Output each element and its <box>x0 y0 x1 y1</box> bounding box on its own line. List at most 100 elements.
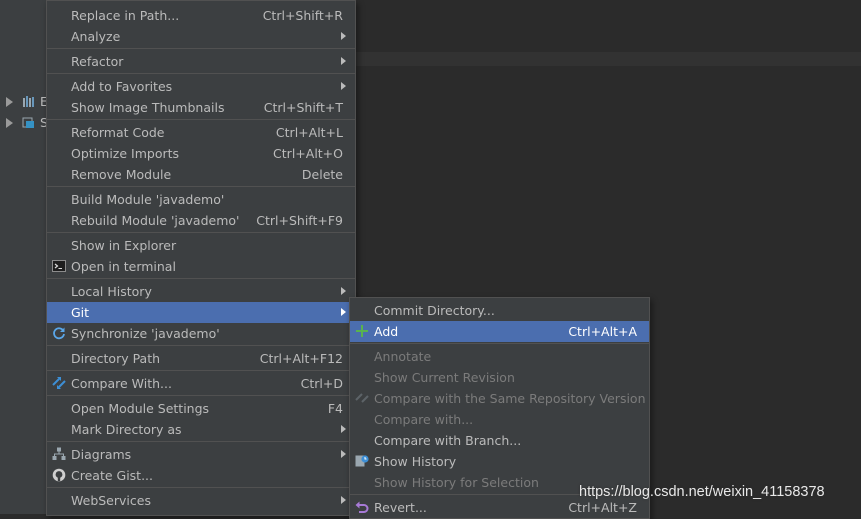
diagram-icon <box>52 447 66 460</box>
library-icon <box>23 96 34 107</box>
menu-separator <box>47 73 355 74</box>
submenu-arrow-icon <box>341 425 346 433</box>
expand-arrow-icon[interactable] <box>6 118 13 128</box>
menu-item-label: Show Current Revision <box>374 370 515 385</box>
menu-separator <box>47 278 355 279</box>
menu-item-shortcut: Ctrl+Shift+R <box>262 8 343 23</box>
menu-item-compare-with-disabled[interactable]: Compare with... <box>350 409 649 430</box>
menu-separator <box>47 487 355 488</box>
menu-separator <box>350 343 649 344</box>
menu-item-label: Add to Favorites <box>71 79 173 94</box>
menu-item-reformat-code[interactable]: Reformat Code Ctrl+Alt+L <box>47 122 355 143</box>
plus-icon <box>356 325 368 337</box>
menu-item-label: Local History <box>71 284 152 299</box>
menu-item-compare-with-branch[interactable]: Compare with Branch... <box>350 430 649 451</box>
submenu-arrow-icon <box>341 57 346 65</box>
menu-separator <box>47 370 355 371</box>
menu-item-label: Open Module Settings <box>71 401 210 416</box>
menu-separator <box>47 186 355 187</box>
menu-item-shortcut: Ctrl+Alt+L <box>275 125 343 140</box>
menu-item-diagrams[interactable]: Diagrams <box>47 444 355 465</box>
menu-item-label: WebServices <box>71 493 151 508</box>
menu-item-label: Reformat Code <box>71 125 165 140</box>
menu-item-label: Optimize Imports <box>71 146 180 161</box>
menu-item-open-in-terminal[interactable]: Open in terminal <box>47 256 355 277</box>
submenu-arrow-icon <box>341 450 346 458</box>
menu-item-compare-with[interactable]: Compare With... Ctrl+D <box>47 373 355 394</box>
menu-item-optimize-imports[interactable]: Optimize Imports Ctrl+Alt+O <box>47 143 355 164</box>
menu-item-label: Synchronize 'javademo' <box>71 326 220 341</box>
menu-item-show-image-thumbnails[interactable]: Show Image Thumbnails Ctrl+Shift+T <box>47 97 355 118</box>
menu-item-mark-directory-as[interactable]: Mark Directory as <box>47 419 355 440</box>
menu-item-remove-module[interactable]: Remove Module Delete <box>47 164 355 185</box>
menu-item-label: Directory Path <box>71 351 161 366</box>
menu-separator <box>47 119 355 120</box>
menu-item-git-add[interactable]: Add Ctrl+Alt+A <box>350 321 649 342</box>
menu-item-revert[interactable]: Revert... Ctrl+Alt+Z <box>350 497 649 518</box>
menu-item-build-module[interactable]: Build Module 'javademo' <box>47 189 355 210</box>
menu-item-directory-path[interactable]: Directory Path Ctrl+Alt+F12 <box>47 348 355 369</box>
menu-item-label: Compare with the Same Repository Version <box>374 391 646 406</box>
menu-item-show-current-revision[interactable]: Show Current Revision <box>350 367 649 388</box>
compare-icon <box>355 393 369 403</box>
menu-item-commit-directory[interactable]: Commit Directory... <box>350 300 649 321</box>
menu-item-shortcut: F4 <box>327 401 343 416</box>
scratches-icon <box>22 117 34 128</box>
submenu-arrow-icon <box>341 308 346 316</box>
menu-item-shortcut: Ctrl+Shift+F9 <box>256 213 343 228</box>
menu-item-git[interactable]: Git <box>47 302 355 323</box>
menu-item-label: Revert... <box>374 500 427 515</box>
submenu-arrow-icon <box>341 287 346 295</box>
menu-item-label: Build Module 'javademo' <box>71 192 225 207</box>
menu-item-shortcut: Ctrl+D <box>300 376 343 391</box>
menu-item-rebuild-module[interactable]: Rebuild Module 'javademo' Ctrl+Shift+F9 <box>47 210 355 231</box>
menu-item-webservices[interactable]: WebServices <box>47 490 355 511</box>
menu-item-refactor[interactable]: Refactor <box>47 51 355 72</box>
submenu-arrow-icon <box>341 32 346 40</box>
menu-item-label: Show History <box>374 454 457 469</box>
menu-item-label: Compare with... <box>374 412 474 427</box>
submenu-arrow-icon <box>341 82 346 90</box>
menu-item-shortcut: Ctrl+Alt+A <box>568 324 637 339</box>
compare-icon <box>52 377 66 389</box>
menu-item-shortcut: Ctrl+Alt+F12 <box>259 351 343 366</box>
submenu-arrow-icon <box>341 496 346 504</box>
menu-separator <box>47 345 355 346</box>
menu-item-open-module-settings[interactable]: Open Module Settings F4 <box>47 398 355 419</box>
menu-item-label: Add <box>374 324 399 339</box>
menu-separator <box>47 232 355 233</box>
menu-item-show-in-explorer[interactable]: Show in Explorer <box>47 235 355 256</box>
menu-separator <box>47 395 355 396</box>
menu-item-label: Open in terminal <box>71 259 176 274</box>
menu-item-analyze[interactable]: Analyze <box>47 26 355 47</box>
menu-item-synchronize[interactable]: Synchronize 'javademo' <box>47 323 355 344</box>
menu-separator <box>47 48 355 49</box>
menu-item-label: Mark Directory as <box>71 422 182 437</box>
menu-item-label: Show History for Selection <box>374 475 539 490</box>
menu-item-label: Diagrams <box>71 447 132 462</box>
menu-item-create-gist[interactable]: Create Gist... <box>47 465 355 486</box>
menu-item-annotate[interactable]: Annotate <box>350 346 649 367</box>
watermark-text: https://blog.csdn.net/weixin_41158378 <box>579 484 825 500</box>
menu-item-label: Commit Directory... <box>374 303 495 318</box>
menu-item-label: Annotate <box>374 349 432 364</box>
expand-arrow-icon[interactable] <box>6 97 13 107</box>
menu-item-shortcut: Delete <box>301 167 343 182</box>
menu-item-label: Compare With... <box>71 376 172 391</box>
project-context-menu: Replace in Path... Ctrl+Shift+R Analyze … <box>46 0 356 516</box>
menu-item-add-to-favorites[interactable]: Add to Favorites <box>47 76 355 97</box>
menu-item-label: Create Gist... <box>71 468 154 483</box>
menu-item-local-history[interactable]: Local History <box>47 281 355 302</box>
menu-item-label: Show Image Thumbnails <box>71 100 225 115</box>
terminal-icon <box>52 260 66 272</box>
menu-item-label: Show in Explorer <box>71 238 177 253</box>
menu-item-replace-in-path[interactable]: Replace in Path... Ctrl+Shift+R <box>47 5 355 26</box>
menu-item-label: Remove Module <box>71 167 172 182</box>
menu-item-show-history[interactable]: Show History <box>350 451 649 472</box>
menu-item-label: Analyze <box>71 29 121 44</box>
menu-item-label: Replace in Path... <box>71 8 180 23</box>
menu-item-label: Refactor <box>71 54 124 69</box>
revert-icon <box>355 501 369 513</box>
menu-item-compare-same-repo-version[interactable]: Compare with the Same Repository Version <box>350 388 649 409</box>
menu-item-shortcut: Ctrl+Alt+Z <box>568 500 637 515</box>
